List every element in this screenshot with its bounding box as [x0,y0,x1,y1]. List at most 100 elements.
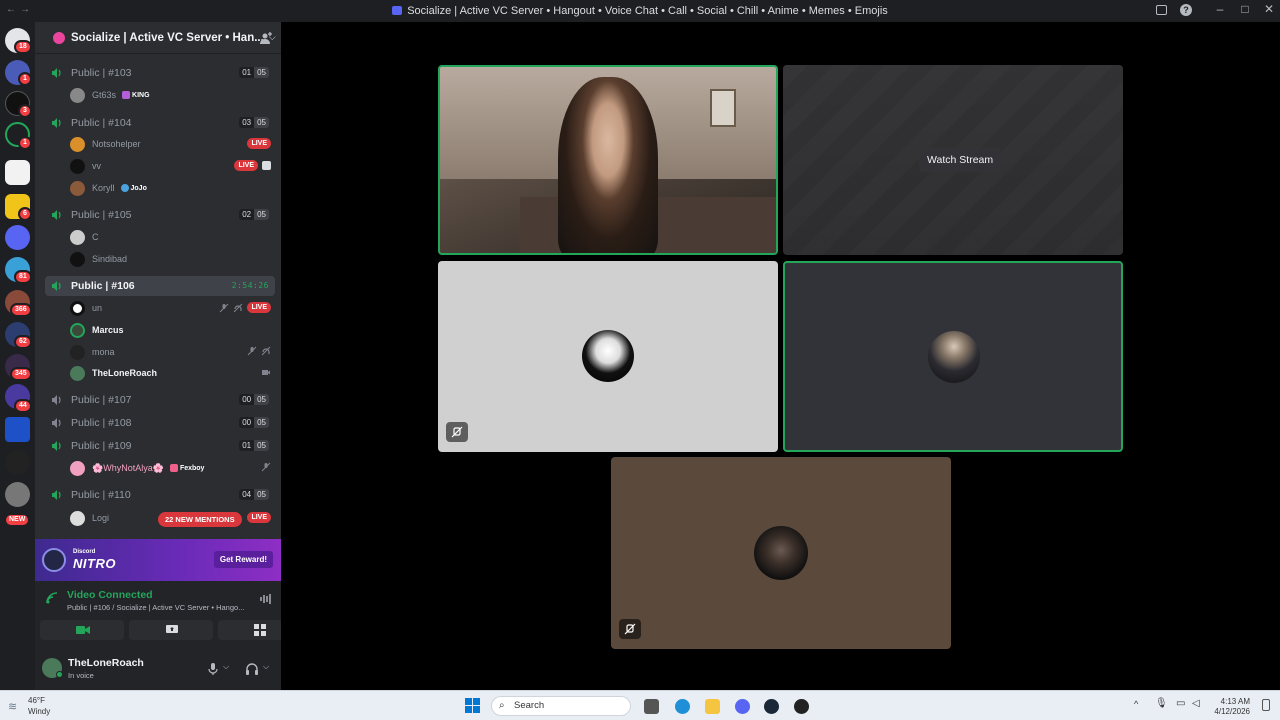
live-badge: LIVE [247,302,271,313]
server-icon[interactable] [5,225,30,250]
invite-people-icon[interactable] [259,31,273,45]
voice-member[interactable]: C [70,228,275,246]
voice-channel[interactable]: Public | #110 04 05 [45,486,275,504]
discord-taskbar-icon[interactable] [735,699,750,714]
nitro-logo-icon [42,548,66,572]
count-limit: 05 [254,440,269,451]
voice-channel-path[interactable]: Public | #106 / Socialize | Active VC Se… [67,603,244,612]
voice-channel[interactable]: Public | #109 01 05 [45,437,275,455]
wall-poster [710,89,736,127]
count-current: 04 [239,489,255,500]
channel-name: Public | #106 [71,280,135,292]
user-status: In voice [68,671,94,680]
voice-member[interactable]: Koryll JoJo [70,179,275,197]
video-tile-camera[interactable] [438,65,778,255]
mic-tray-icon[interactable]: 🎙 [1155,698,1168,709]
screen-share-button[interactable] [129,620,213,640]
microphone-icon[interactable] [207,662,219,676]
new-mentions-button[interactable]: 22 NEW MENTIONS [158,512,242,527]
voice-member[interactable]: vv LIVE [70,157,275,175]
voice-channel[interactable]: Public | #103 01 05 [45,64,275,82]
avatar [70,344,85,360]
channel-name: Public | #110 [71,489,131,501]
member-name: Sindibad [92,254,128,264]
video-tile-avatar-speaking[interactable] [783,261,1123,452]
channel-name: Public | #103 [71,67,132,79]
close-button[interactable]: ✕ [1259,2,1279,16]
server-icon[interactable] [5,450,30,475]
activities-button[interactable] [218,620,281,640]
server-icon[interactable] [5,160,30,185]
camera-button[interactable] [40,620,124,640]
weather-temp: 46°F [28,696,45,705]
edge-browser-icon[interactable] [675,699,690,714]
count-limit: 05 [254,209,269,220]
file-explorer-icon[interactable] [705,699,720,714]
user-count: 00 05 [239,417,269,428]
activity-icon [262,161,271,170]
volume-icon[interactable]: ◁ [1192,698,1200,709]
voice-member[interactable]: un LIVE [70,299,275,317]
voice-member[interactable]: Marcus [70,321,275,339]
member-name: 🌸WhyNotAlya🌸 [92,462,164,473]
server-badge: 18 [14,40,32,54]
network-icon[interactable]: ▭ [1176,698,1185,709]
inbox-icon[interactable] [1156,5,1167,15]
server-icon[interactable] [5,417,30,442]
live-badge: LIVE [234,160,258,171]
speaker-icon [52,68,61,78]
crown-icon [122,91,131,99]
avatar [70,365,85,381]
chevron-down-icon[interactable]: ⌵ [263,662,269,672]
avatar [70,251,85,267]
task-view-icon[interactable] [644,699,659,714]
voice-member[interactable]: Gt63s KING [70,86,275,104]
noise-suppression-icon[interactable] [259,593,273,605]
wind-icon: ≋ [8,701,18,713]
watch-stream-button[interactable]: Watch Stream [919,148,1002,172]
muted-icon [624,623,636,635]
server-header[interactable]: Socialize | Active VC Server • Han... ⌵ [35,22,281,54]
notifications-icon[interactable] [1262,699,1270,711]
chevron-up-icon[interactable]: ^ [1134,699,1138,709]
server-badge: 1 [18,72,32,86]
steam-icon[interactable] [764,699,779,714]
video-icon [262,370,270,375]
voice-channel[interactable]: Public | #105 02 05 [45,206,275,224]
stream-tile[interactable]: Watch Stream [783,65,1123,255]
nitro-banner[interactable]: Discord NITRO Get Reward! [35,539,281,581]
server-icon[interactable] [5,482,30,507]
video-tile-avatar[interactable] [611,457,951,649]
voice-channel[interactable]: Public | #104 03 05 [45,114,275,132]
chevron-down-icon[interactable]: ⌵ [223,662,229,672]
voice-member[interactable]: 🌸WhyNotAlya🌸 Fexboy [70,459,275,477]
taskbar-search[interactable]: ⌕ Search [491,696,631,716]
minimize-button[interactable]: – [1210,2,1230,16]
count-limit: 05 [254,67,269,78]
voice-channel[interactable]: Public | #108 00 05 [45,414,275,432]
speaker-icon [52,210,61,220]
user-name[interactable]: TheLoneRoach [68,657,144,669]
maximize-button[interactable]: □ [1235,2,1255,16]
headphones-icon[interactable] [245,662,259,676]
help-icon[interactable]: ? [1180,4,1192,16]
app-taskbar-icon[interactable] [794,699,809,714]
screen-share-icon [166,625,178,633]
voice-channel-active[interactable]: Public | #106 2:54:26 [45,276,275,296]
windows-start-icon[interactable] [465,698,481,714]
system-clock[interactable]: 4:13 AM 4/12/2026 [1214,697,1250,717]
video-tile-avatar[interactable] [438,261,778,452]
mic-muted-icon [220,303,229,312]
clock-time: 4:13 AM [1220,697,1250,706]
voice-member[interactable]: TheLoneRoach [70,364,275,382]
channel-name: Public | #108 [71,417,132,429]
voice-channel[interactable]: Public | #107 00 05 [45,391,275,409]
member-name: mona [92,347,115,357]
voice-member[interactable]: mona [70,343,275,361]
get-reward-button[interactable]: Get Reward! [213,551,273,568]
voice-member[interactable]: Notsohelper LIVE [70,135,275,153]
member-name: C [92,232,99,242]
connection-signal-icon[interactable] [45,591,59,605]
voice-member[interactable]: Sindibad [70,250,275,268]
camera-icon [76,626,90,634]
